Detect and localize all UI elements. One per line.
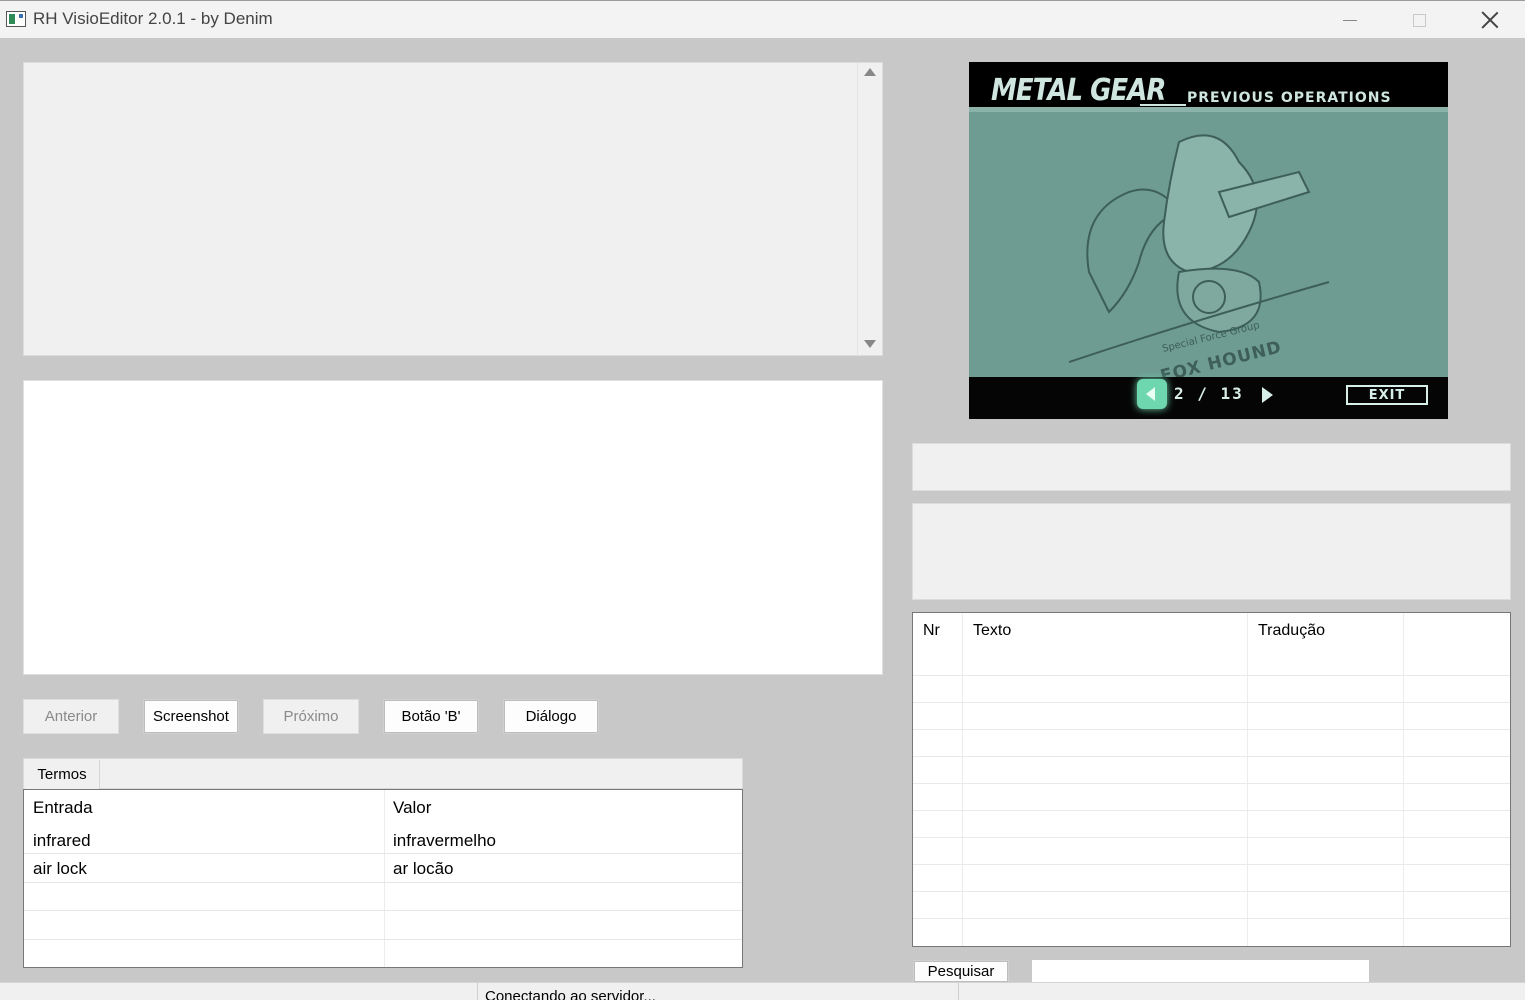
row-divider xyxy=(913,837,1510,838)
column-divider xyxy=(1247,613,1248,946)
table-cell[interactable]: infravermelho xyxy=(384,827,742,855)
screen-subtitle: PREVIOUS OPERATIONS xyxy=(1187,90,1392,106)
row-divider xyxy=(913,756,1510,757)
minimize-icon xyxy=(1343,19,1357,21)
row-divider xyxy=(913,783,1510,784)
column-divider xyxy=(962,613,963,946)
table-cell[interactable]: air lock xyxy=(24,855,384,883)
info-field[interactable] xyxy=(912,443,1511,491)
source-text-area[interactable] xyxy=(23,62,883,356)
close-icon xyxy=(1481,11,1499,29)
column-divider xyxy=(1403,613,1404,946)
tab-terms[interactable]: Termos xyxy=(25,760,100,789)
row-divider xyxy=(24,939,742,940)
search-button[interactable]: Pesquisar xyxy=(913,960,1009,983)
next-button[interactable]: Próximo xyxy=(263,699,359,734)
terms-table[interactable]: Entrada Valor infrared infravermelho air… xyxy=(23,789,743,968)
window-title: RH VisioEditor 2.0.1 - by Denim xyxy=(33,9,273,28)
screenshot-button[interactable]: Screenshot xyxy=(143,699,239,734)
row-divider xyxy=(913,675,1510,676)
dialog-button[interactable]: Diálogo xyxy=(503,699,599,734)
title-bar: RH VisioEditor 2.0.1 - by Denim xyxy=(0,0,1525,38)
terms-tab-bar: Termos xyxy=(23,758,743,789)
status-divider xyxy=(958,983,959,1000)
close-button[interactable] xyxy=(1455,1,1525,39)
app-icon xyxy=(6,11,26,27)
row-divider xyxy=(913,891,1510,892)
column-header-texto[interactable]: Texto xyxy=(963,613,1248,649)
logo-rule xyxy=(1140,104,1186,106)
status-text: Conectando ao servidor... xyxy=(485,988,656,1000)
row-divider xyxy=(913,810,1510,811)
game-screenshot: Special Force Group FOX HOUND METAL GEAR… xyxy=(969,62,1448,419)
prev-page-icon xyxy=(1137,379,1167,409)
column-header-nr[interactable]: Nr xyxy=(913,613,963,649)
row-divider xyxy=(24,882,742,883)
maximize-button[interactable] xyxy=(1384,1,1454,39)
column-header-entrada[interactable]: Entrada xyxy=(24,790,384,826)
exit-label: EXIT xyxy=(1346,385,1428,405)
search-input[interactable] xyxy=(1032,960,1369,983)
scrollbar[interactable] xyxy=(857,63,858,355)
maximize-icon xyxy=(1412,13,1426,27)
row-divider xyxy=(913,918,1510,919)
row-divider xyxy=(24,853,742,854)
row-divider xyxy=(913,729,1510,730)
translation-text-area[interactable] xyxy=(23,380,883,675)
next-page-icon xyxy=(1262,387,1273,403)
info-text-area[interactable] xyxy=(912,503,1511,600)
lines-table[interactable]: Nr Texto Tradução xyxy=(912,612,1511,947)
arrow-up-icon[interactable] xyxy=(864,68,876,76)
status-divider xyxy=(477,983,478,1000)
status-bar: Conectando ao servidor... xyxy=(0,982,1525,1000)
column-header-traducao[interactable]: Tradução xyxy=(1248,613,1403,649)
row-divider xyxy=(24,910,742,911)
table-cell[interactable]: ar locão xyxy=(384,855,742,883)
arrow-down-icon[interactable] xyxy=(864,340,876,348)
column-header-valor[interactable]: Valor xyxy=(384,790,742,826)
b-button[interactable]: Botão 'B' xyxy=(383,699,479,734)
page-indicator: 2 / 13 xyxy=(1174,384,1244,403)
row-divider xyxy=(913,864,1510,865)
row-divider xyxy=(913,702,1510,703)
table-cell[interactable]: infrared xyxy=(24,827,384,855)
previous-button[interactable]: Anterior xyxy=(23,699,119,734)
minimize-button[interactable] xyxy=(1315,1,1385,39)
